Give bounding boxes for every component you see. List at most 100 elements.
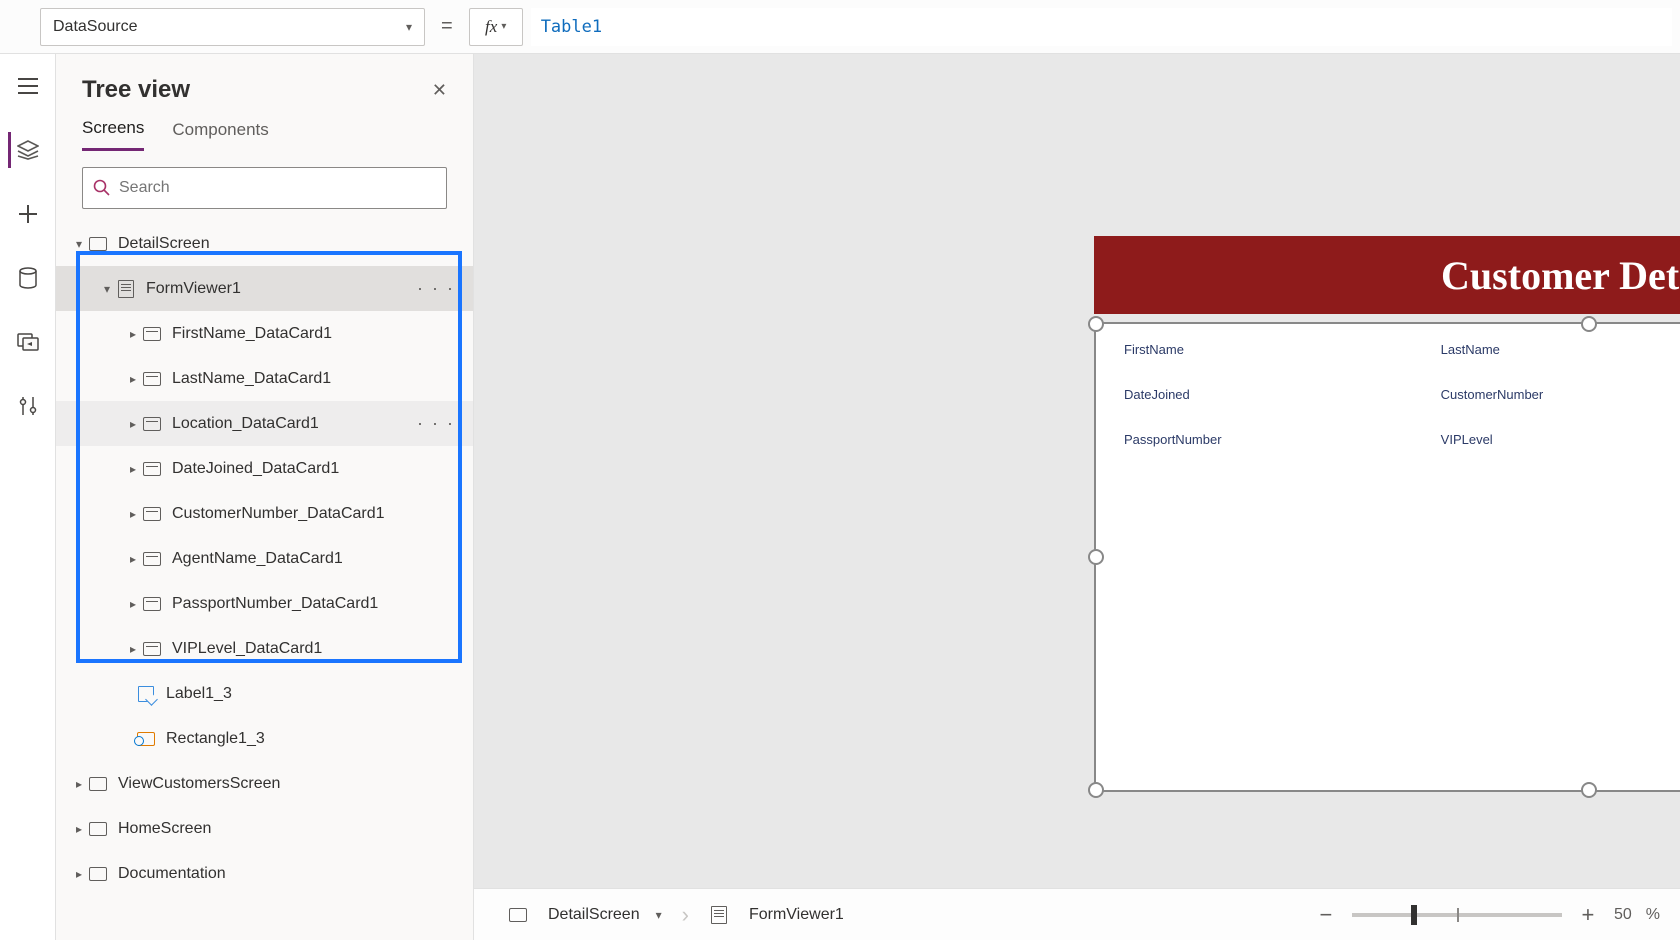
tree-search-input[interactable] xyxy=(119,179,436,197)
resize-handle[interactable] xyxy=(1088,316,1104,332)
datacard-icon xyxy=(142,414,162,434)
zoom-out-button[interactable]: − xyxy=(1314,902,1338,928)
breadcrumb-form[interactable]: FormViewer1 xyxy=(695,899,858,931)
advanced-button[interactable] xyxy=(10,388,46,424)
screen-icon xyxy=(88,864,108,884)
node-label: FirstName_DataCard1 xyxy=(172,325,332,343)
datacard-icon xyxy=(142,594,162,614)
resize-handle[interactable] xyxy=(1088,549,1104,565)
media-button[interactable] xyxy=(10,324,46,360)
tree-tabs: Screens Components xyxy=(56,112,473,151)
tree-node-datacard[interactable]: ▸DateJoined_DataCard1 xyxy=(56,446,473,491)
layers-icon xyxy=(17,140,39,160)
canvas-area[interactable]: Customer Details FirstName LastName Loca… xyxy=(474,54,1680,940)
chevron-right-icon: ▸ xyxy=(70,822,88,836)
close-icon: ✕ xyxy=(432,80,447,100)
tab-components[interactable]: Components xyxy=(172,112,268,151)
chevron-right-icon: ▸ xyxy=(124,417,142,431)
tree-node-formviewer[interactable]: ▾ FormViewer1 · · · xyxy=(56,266,473,311)
resize-handle[interactable] xyxy=(1088,782,1104,798)
field-label: DateJoined xyxy=(1124,387,1421,402)
chevron-right-icon: ▸ xyxy=(124,327,142,341)
datacard-icon xyxy=(142,549,162,569)
node-label: AgentName_DataCard1 xyxy=(172,550,343,568)
tree-node-datacard[interactable]: ▸ Location_DataCard1 · · · xyxy=(56,401,473,446)
crumb-label: FormViewer1 xyxy=(749,906,844,924)
node-label: Documentation xyxy=(118,865,226,883)
zoom-slider[interactable] xyxy=(1352,913,1562,917)
chevron-down-icon: ▾ xyxy=(501,21,506,32)
form-viewer-selection[interactable]: FirstName LastName Location DateJoined C… xyxy=(1094,322,1680,792)
node-label: ViewCustomersScreen xyxy=(118,775,280,793)
bottom-bar: DetailScreen ▾ › FormViewer1 − + 50 % xyxy=(474,888,1680,940)
screen-icon xyxy=(88,234,108,254)
data-button[interactable] xyxy=(10,260,46,296)
tree-search[interactable] xyxy=(82,167,447,209)
node-label: Label1_3 xyxy=(166,685,232,703)
node-label: CustomerNumber_DataCard1 xyxy=(172,505,385,523)
sliders-icon xyxy=(19,396,37,416)
field-label: CustomerNumber xyxy=(1441,387,1680,402)
chevron-right-icon: ▸ xyxy=(124,642,142,656)
search-icon xyxy=(93,179,111,197)
breadcrumb-screen[interactable]: DetailScreen ▾ xyxy=(494,899,676,931)
insert-button[interactable] xyxy=(10,196,46,232)
tree-node-datacard[interactable]: ▸ PassportNumber_DataCard1 xyxy=(56,581,473,626)
datacard-icon xyxy=(142,504,162,524)
rectangle-icon xyxy=(136,729,156,749)
property-selector[interactable]: DataSource ▾ xyxy=(40,8,425,46)
hamburger-icon xyxy=(18,78,38,94)
datacard-icon xyxy=(142,324,162,344)
formula-bar: DataSource ▾ = fx ▾ xyxy=(0,0,1680,54)
close-panel-button[interactable]: ✕ xyxy=(432,80,447,101)
chevron-right-icon: ▸ xyxy=(124,597,142,611)
resize-handle[interactable] xyxy=(1581,782,1597,798)
fx-button[interactable]: fx ▾ xyxy=(469,8,523,46)
field-label: LastName xyxy=(1441,342,1680,357)
zoom-in-button[interactable]: + xyxy=(1576,902,1600,928)
database-icon xyxy=(19,267,37,289)
chevron-right-icon: ▸ xyxy=(124,507,142,521)
more-button[interactable]: · · · xyxy=(417,413,461,434)
node-label: Location_DataCard1 xyxy=(172,415,319,433)
tree-scroll[interactable]: ▾ DetailScreen ▾ FormViewer1 · · · ▸ Firs… xyxy=(56,221,473,940)
node-label: LastName_DataCard1 xyxy=(172,370,331,388)
crumb-label: DetailScreen xyxy=(548,906,640,924)
tree-node-datacard[interactable]: ▸ AgentName_DataCard1 xyxy=(56,536,473,581)
tree-node-datacard[interactable]: ▸LastName_DataCard1 xyxy=(56,356,473,401)
tree-node-homescreen[interactable]: ▸HomeScreen xyxy=(56,806,473,851)
screen-icon xyxy=(508,905,528,925)
chevron-down-icon: ▾ xyxy=(98,282,116,296)
datacard-icon xyxy=(142,639,162,659)
tree-node-viewcustomers[interactable]: ▸ ViewCustomersScreen xyxy=(56,761,473,806)
resize-handle[interactable] xyxy=(1581,316,1597,332)
tree-node-rectangle[interactable]: Rectangle1_3 xyxy=(56,716,473,761)
chevron-right-icon: ▸ xyxy=(70,867,88,881)
tree-node-documentation[interactable]: ▸ Documentation xyxy=(56,851,473,896)
node-label: DetailScreen xyxy=(118,235,210,253)
chevron-right-icon: ▸ xyxy=(70,777,88,791)
header-title: Customer Details xyxy=(1441,252,1680,299)
more-button[interactable]: · · · xyxy=(417,278,461,299)
form-grid: FirstName LastName Location DateJoined C… xyxy=(1096,324,1680,465)
datacard-icon xyxy=(142,369,162,389)
screen-icon xyxy=(88,819,108,839)
tree-node-datacard[interactable]: ▸VIPLevel_DataCard1 xyxy=(56,626,473,671)
tree-node-datacard[interactable]: ▸ CustomerNumber_DataCard1 xyxy=(56,491,473,536)
tree-view-button[interactable] xyxy=(8,132,44,168)
chevron-right-icon: ▸ xyxy=(124,552,142,566)
tree-panel: Tree view ✕ Screens Components ▾ DetailS… xyxy=(56,54,474,940)
form-icon xyxy=(116,279,136,299)
tree-node-datacard[interactable]: ▸ FirstName_DataCard1 xyxy=(56,311,473,356)
breadcrumb-separator: › xyxy=(682,902,689,928)
field-label: VIPLevel xyxy=(1441,432,1680,447)
tree-node-label[interactable]: Label1_3 xyxy=(56,671,473,716)
tree-node-detailscreen[interactable]: ▾ DetailScreen xyxy=(56,221,473,266)
field-label: PassportNumber xyxy=(1124,432,1421,447)
formula-input[interactable] xyxy=(531,8,1672,46)
hamburger-button[interactable] xyxy=(10,68,46,104)
node-label: PassportNumber_DataCard1 xyxy=(172,595,378,613)
zoom-controls: − + 50 % xyxy=(1314,902,1660,928)
tab-screens[interactable]: Screens xyxy=(82,112,144,151)
field-label: FirstName xyxy=(1124,342,1421,357)
